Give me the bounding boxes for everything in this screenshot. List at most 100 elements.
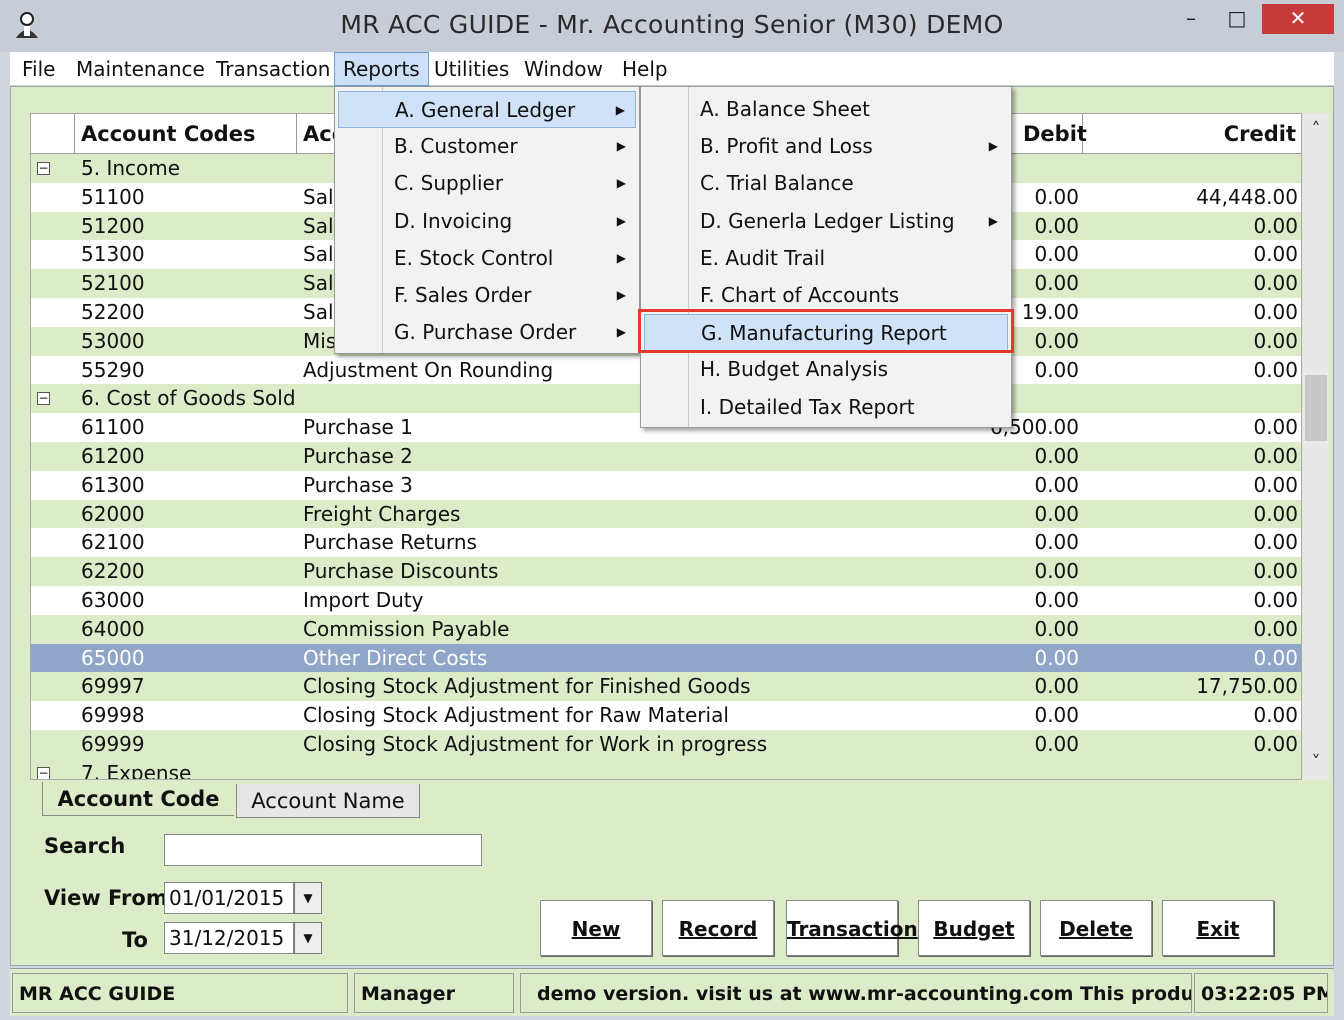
menu-transaction[interactable]: Transaction [208, 52, 338, 86]
credit-cell: 0.00 [1253, 472, 1298, 497]
tab-account-name[interactable]: Account Name [236, 784, 420, 818]
search-input[interactable] [164, 834, 482, 866]
account-code-cell: 61300 [81, 472, 145, 497]
submenu-arrow-icon: ▶ [616, 325, 626, 340]
menu-help[interactable]: Help [614, 52, 676, 86]
group-row[interactable]: − 7. Expense [31, 758, 1301, 780]
table-row[interactable]: 61300 Purchase 3 0.00 0.00 [31, 470, 1301, 500]
table-row[interactable]: 61200 Purchase 2 0.00 0.00 [31, 442, 1301, 471]
menu-reports[interactable]: Reports [334, 52, 429, 86]
table-row[interactable]: 63000 Import Duty 0.00 0.00 [31, 586, 1301, 615]
account-name-cell: Purchase 2 [303, 444, 413, 468]
credit-cell: 0.00 [1253, 213, 1298, 238]
gl-menu-item[interactable]: A. Balance Sheet [644, 91, 1008, 128]
credit-cell: 0.00 [1253, 357, 1298, 382]
view-from-dropdown-icon[interactable]: ▼ [294, 882, 322, 914]
credit-cell: 0.00 [1253, 645, 1298, 670]
menu-window[interactable]: Window [516, 52, 611, 86]
view-from-label: View From [44, 886, 168, 910]
group-label: 7. Expense [81, 760, 192, 780]
budget-button[interactable]: Budget [918, 900, 1030, 956]
delete-button[interactable]: Delete [1040, 900, 1152, 956]
tab-account-code[interactable]: Account Code [42, 782, 234, 816]
gl-menu-item[interactable]: H. Budget Analysis [644, 351, 1008, 388]
new-button[interactable]: New [540, 900, 652, 956]
reports-menu-item[interactable]: B. Customer ▶ [338, 128, 636, 165]
table-row[interactable]: 62200 Purchase Discounts 0.00 0.00 [31, 557, 1301, 586]
record-button[interactable]: Record [662, 900, 774, 956]
table-row[interactable]: 62100 Purchase Returns 0.00 0.00 [31, 528, 1301, 558]
view-to-dropdown-icon[interactable]: ▼ [294, 922, 322, 954]
submenu-arrow-icon: ▶ [616, 139, 626, 154]
debit-cell: 0.00 [1034, 674, 1079, 699]
collapse-icon[interactable]: − [37, 392, 50, 406]
reports-menu-item[interactable]: E. Stock Control ▶ [338, 240, 636, 277]
submenu-arrow-icon: ▶ [616, 250, 626, 265]
maximize-icon[interactable]: □ [1214, 4, 1260, 34]
account-name-cell: Commission Payable [303, 616, 510, 641]
debit-cell: 0.00 [1034, 645, 1079, 670]
gl-menu-item-label: A. Balance Sheet [700, 97, 870, 121]
menu-maintenance[interactable]: Maintenance [68, 52, 213, 86]
close-icon[interactable]: ✕ [1262, 4, 1334, 34]
view-to-date[interactable]: 31/12/2015 [164, 922, 294, 954]
gl-menu-item[interactable]: E. Audit Trail [644, 240, 1008, 277]
credit-cell: 0.00 [1253, 530, 1298, 555]
collapse-icon[interactable]: − [37, 766, 50, 779]
status-app: MR ACC GUIDE [12, 973, 348, 1013]
scroll-thumb[interactable] [1305, 375, 1327, 441]
account-code-cell: 63000 [81, 588, 145, 612]
group-label: 6. Cost of Goods Sold [81, 386, 296, 411]
exit-button[interactable]: Exit [1162, 900, 1274, 956]
account-code-cell: 52200 [81, 300, 145, 324]
credit-cell: 44,448.00 [1196, 184, 1298, 209]
table-row[interactable]: 62000 Freight Charges 0.00 0.00 [31, 499, 1301, 529]
account-code-cell: 64000 [81, 616, 145, 641]
debit-cell: 0.00 [1034, 703, 1079, 728]
account-name-cell: Adjustment On Rounding [303, 357, 554, 382]
account-name-cell: Closing Stock Adjustment for Work in pro… [303, 732, 768, 756]
credit-cell: 0.00 [1253, 588, 1298, 612]
account-name-cell: Closing Stock Adjustment for Finished Go… [303, 674, 751, 699]
gl-menu-item-label: C. Trial Balance [700, 171, 854, 196]
header-debit[interactable]: Debit [1017, 114, 1087, 154]
view-from-date[interactable]: 01/01/2015 [164, 882, 294, 914]
reports-menu-item-label: G. Purchase Order [394, 320, 577, 345]
gl-menu-item[interactable]: D. Generla Ledger Listing ▶ [644, 203, 1008, 240]
debit-cell: 0.00 [1034, 559, 1079, 584]
reports-menu-item[interactable]: F. Sales Order ▶ [338, 277, 636, 314]
table-row[interactable]: 64000 Commission Payable 0.00 0.00 [31, 614, 1301, 644]
header-spacer [31, 114, 75, 154]
scroll-up-icon[interactable]: ˄ [1303, 117, 1329, 143]
reports-menu-item[interactable]: G. Purchase Order ▶ [338, 314, 636, 351]
vertical-scrollbar[interactable]: ˄ ˅ [1303, 113, 1329, 780]
collapse-icon[interactable]: − [37, 162, 50, 175]
gl-menu-item[interactable]: C. Trial Balance [644, 165, 1008, 202]
submenu-arrow-icon: ▶ [988, 139, 998, 154]
table-row[interactable]: 69997 Closing Stock Adjustment for Finish… [31, 672, 1301, 702]
debit-cell: 0.00 [1034, 616, 1079, 641]
account-name-cell: Purchase Returns [303, 530, 477, 555]
submenu-arrow-icon: ▶ [615, 103, 625, 117]
account-code-cell: 51300 [81, 242, 145, 267]
title-bar: MR ACC GUIDE - Mr. Accounting Senior (M3… [0, 0, 1344, 52]
menu-utilities[interactable]: Utilities [426, 52, 517, 86]
gl-menu-item[interactable]: I. Detailed Tax Report [644, 389, 1008, 426]
reports-menu-item-label: B. Customer [394, 134, 518, 159]
minimize-icon[interactable]: – [1168, 4, 1214, 34]
account-code-cell: 61100 [81, 415, 145, 440]
reports-menu-item[interactable]: A. General Ledger ▶ [338, 91, 636, 128]
header-account-codes[interactable]: Account Codes [75, 114, 297, 154]
table-row[interactable]: 69999 Closing Stock Adjustment for Work i… [31, 730, 1301, 759]
table-row[interactable]: 65000 Other Direct Costs 0.00 0.00 [31, 643, 1301, 673]
reports-menu-item[interactable]: C. Supplier ▶ [338, 165, 636, 202]
gl-menu-item-label: I. Detailed Tax Report [700, 394, 915, 419]
reports-menu-item[interactable]: D. Invoicing ▶ [338, 203, 636, 240]
table-row[interactable]: 69998 Closing Stock Adjustment for Raw Ma… [31, 701, 1301, 730]
transaction-button[interactable]: Transaction [786, 900, 918, 956]
account-code-cell: 53000 [81, 328, 145, 353]
scroll-down-icon[interactable]: ˅ [1303, 750, 1329, 776]
gl-menu-item[interactable]: B. Profit and Loss ▶ [644, 128, 1008, 165]
header-credit[interactable]: Credit [1083, 114, 1301, 154]
menu-file[interactable]: File [14, 52, 63, 86]
